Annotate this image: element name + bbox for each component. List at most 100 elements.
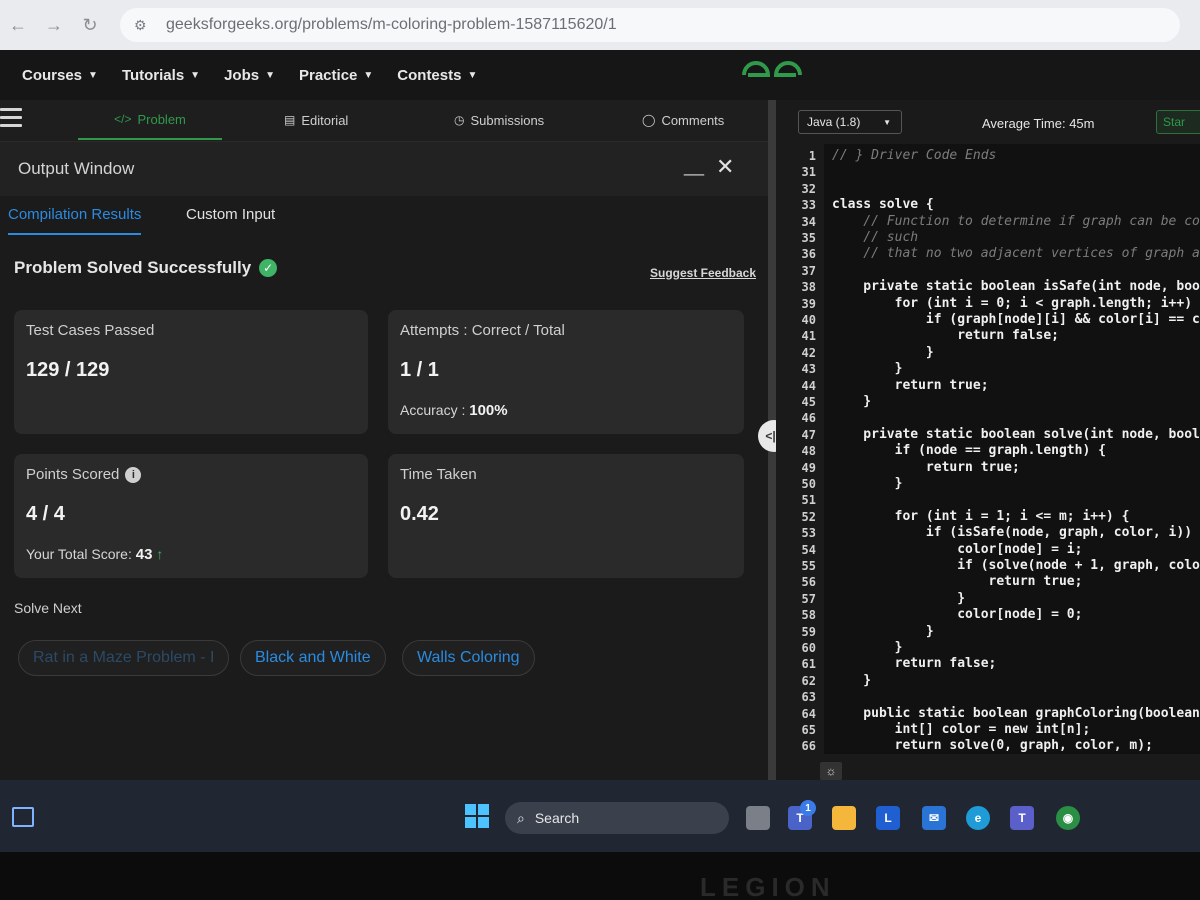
test-cases-value: 129 / 129 — [26, 359, 110, 381]
line-number: 35 — [801, 231, 816, 245]
url-text: geeksforgeeks.org/problems/m-coloring-pr… — [166, 16, 617, 33]
code-line: } — [832, 590, 966, 606]
browser-toolbar: ← → ↻ ⚙ geeksforgeeks.org/problems/m-col… — [0, 0, 1200, 50]
tab-problem[interactable]: </> Problem — [78, 100, 222, 140]
line-number: 56 — [801, 575, 816, 590]
nav-practice[interactable]: Practice ▼ — [299, 67, 373, 84]
brand-mark: LEGION — [700, 872, 836, 900]
teams-work-icon[interactable]: T — [1010, 806, 1034, 830]
chevron-down-icon: ▼ — [265, 69, 275, 81]
line-number: 44 — [801, 378, 816, 393]
line-number: 46 — [801, 411, 816, 426]
code-line: public static boolean graphColoring(bool… — [832, 705, 1200, 721]
back-icon[interactable]: ← — [0, 7, 36, 43]
code-line: if (solve(node + 1, graph, colo — [832, 558, 1200, 573]
code-line: } — [832, 394, 872, 409]
check-circle-icon: ✓ — [259, 259, 278, 277]
solve-next-chip[interactable]: Walls Coloring — [402, 640, 535, 676]
clock-icon: ◷ — [454, 113, 465, 127]
language-select[interactable]: Java (1.8) ▼ — [798, 110, 902, 134]
tab-editorial[interactable]: ▤ Editorial — [284, 100, 348, 140]
total-score-value: 43 — [135, 546, 153, 563]
edge-icon[interactable]: e — [966, 806, 990, 830]
tab-comments[interactable]: ◯ Comments — [642, 100, 724, 140]
chevron-down-icon: ▼ — [88, 69, 98, 81]
start-timer-button[interactable]: Star — [1156, 110, 1200, 134]
solve-next-chip[interactable]: Black and White — [240, 640, 386, 676]
line-number: 39 — [801, 296, 816, 311]
code-line: return true; — [832, 377, 989, 393]
chrome-icon[interactable]: ◉ — [1056, 806, 1080, 830]
screen: ← → ↻ ⚙ geeksforgeeks.org/problems/m-col… — [0, 0, 1200, 900]
line-number: 1 — [808, 149, 816, 163]
line-number: 62 — [801, 673, 816, 688]
tab-compilation-results[interactable]: Compilation Results — [8, 206, 142, 235]
code-line: } — [832, 672, 872, 688]
site-settings-icon[interactable]: ⚙ — [134, 17, 156, 34]
app-l-icon[interactable]: L — [876, 806, 900, 830]
line-number: 31 — [801, 165, 816, 180]
line-number: 42 — [801, 345, 816, 360]
line-number: 52 — [801, 509, 816, 524]
line-number: 34 — [801, 214, 816, 229]
nav-label: Practice — [299, 66, 358, 84]
laptop-bezel: LEGION — [0, 852, 1200, 900]
line-number: 59 — [801, 624, 816, 639]
line-number: 61 — [801, 657, 816, 672]
code-line: return solve(0, graph, color, m); — [832, 738, 1153, 754]
tab-label: Editorial — [301, 112, 349, 128]
line-number: 49 — [801, 460, 816, 475]
tab-submissions[interactable]: ◷ Submissions — [454, 100, 544, 140]
line-number: 55 — [801, 559, 816, 573]
line-number: 58 — [801, 608, 816, 623]
time-card: Time Taken 0.42 — [388, 454, 744, 578]
widgets-icon[interactable] — [12, 807, 34, 827]
code-line: // such — [832, 230, 919, 245]
card-label: Attempts : Correct / Total — [400, 322, 565, 339]
line-number: 47 — [801, 427, 816, 442]
left-panel: </> Problem ▤ Editorial ◷ Submissions ◯ … — [0, 100, 768, 780]
close-icon[interactable]: ✕ — [716, 154, 734, 180]
solve-next-chip[interactable]: Rat in a Maze Problem - I — [18, 640, 230, 676]
lightbulb-icon[interactable]: ☼ — [820, 762, 842, 780]
file-explorer-icon[interactable] — [832, 806, 856, 830]
result-tabs: Compilation Results Custom Input — [0, 200, 768, 242]
tab-custom-input[interactable]: Custom Input — [186, 206, 275, 223]
suggest-feedback-link[interactable]: Suggest Feedback — [650, 266, 756, 280]
code-line: if (node == graph.length) { — [832, 443, 1106, 459]
line-number: 53 — [801, 526, 816, 541]
code-line: } — [832, 640, 903, 655]
solve-next-label: Solve Next — [14, 600, 82, 616]
line-number: 57 — [801, 591, 816, 606]
output-window-title: Output Window — [18, 159, 135, 178]
code-line: } — [832, 623, 934, 639]
task-view-icon[interactable] — [746, 806, 770, 830]
minimize-icon[interactable]: __ — [684, 156, 704, 177]
info-icon[interactable]: i — [125, 466, 142, 483]
status-row: Problem Solved Successfully ✓ — [14, 258, 278, 278]
tab-label: Problem — [137, 111, 186, 127]
mail-icon[interactable]: ✉ — [922, 806, 946, 830]
gfg-logo[interactable] — [740, 58, 804, 100]
code-line: return true; — [832, 459, 1020, 475]
line-number: 36 — [801, 247, 816, 262]
nav-courses[interactable]: Courses ▼ — [22, 67, 98, 84]
address-bar[interactable]: ⚙ geeksforgeeks.org/problems/m-coloring-… — [120, 8, 1180, 42]
line-number: 54 — [801, 542, 816, 557]
taskbar-search[interactable]: ⌕ Search — [505, 802, 729, 834]
attempts-card: Attempts : Correct / Total 1 / 1 Accurac… — [388, 310, 744, 434]
forward-icon[interactable]: → — [36, 7, 72, 43]
caret-down-icon: ▼ — [883, 117, 891, 127]
nav-tutorials[interactable]: Tutorials ▼ — [122, 67, 200, 84]
code-editor[interactable]: 1 // } Driver Code Ends 31 32 33 class solve … — [776, 144, 1200, 754]
line-number: 66 — [801, 739, 816, 754]
card-label-row: Points Scored i — [26, 466, 356, 483]
start-label: Star — [1163, 115, 1186, 129]
notification-badge: 1 — [800, 800, 816, 816]
nav-contests[interactable]: Contests ▼ — [397, 67, 477, 84]
reload-icon[interactable]: ↻ — [72, 7, 108, 43]
windows-start-icon[interactable] — [465, 804, 489, 828]
menu-icon[interactable] — [0, 108, 22, 130]
nav-jobs[interactable]: Jobs ▼ — [224, 67, 275, 84]
code-line: return false; — [832, 656, 997, 672]
